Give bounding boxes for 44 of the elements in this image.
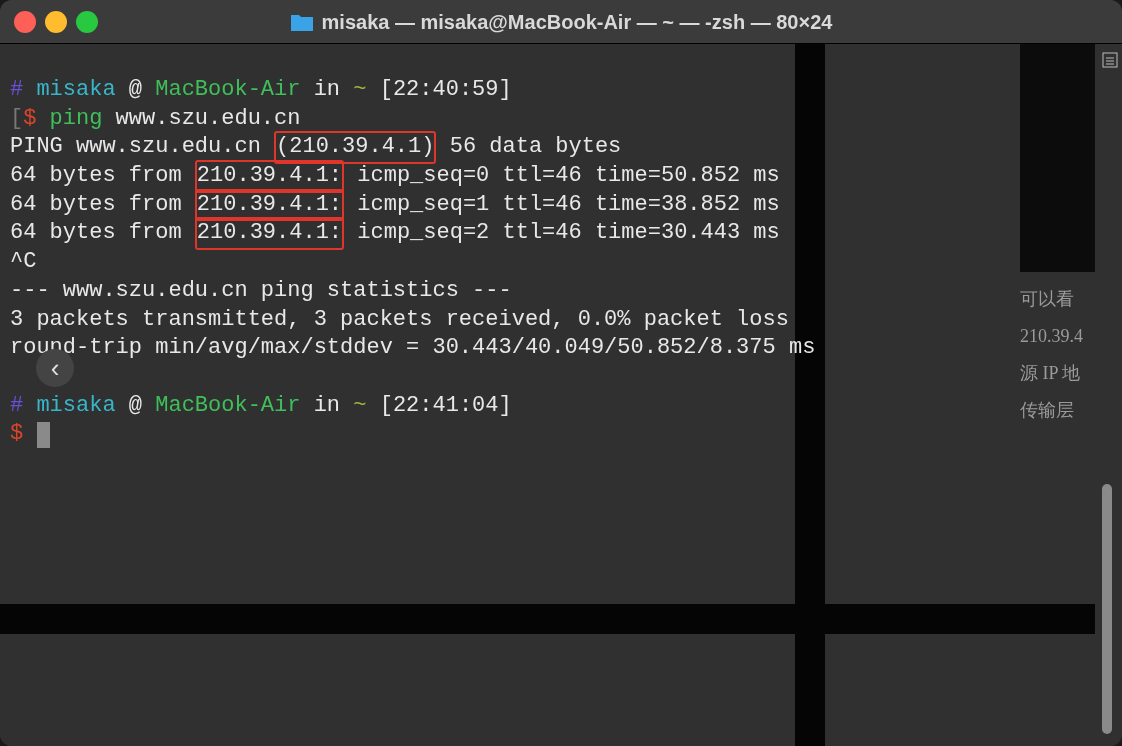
zoom-button[interactable]: [76, 10, 98, 33]
terminal-text: PING www.szu.edu.cn: [10, 133, 262, 162]
terminal-text: $: [23, 104, 37, 133]
terminal-text: icmp_seq=1 ttl=46 time=38.852 ms: [356, 190, 780, 219]
document-text: 源 IP 地: [1020, 362, 1082, 385]
terminal-text: --- www.szu.edu.cn ping statistics ---: [10, 276, 512, 305]
terminal-text: @: [127, 76, 144, 104]
terminal-text: icmp_seq=2 ttl=46 time=30.443 ms: [356, 219, 780, 248]
terminal-text: in: [312, 76, 342, 104]
terminal-text: ^C: [10, 248, 37, 277]
document-text: 传输层: [1020, 399, 1075, 422]
terminal-text: www.szu.edu.cn: [114, 104, 301, 133]
terminal-text: MacBook-Air: [155, 76, 301, 104]
terminal-text: 56 data bytes: [448, 133, 622, 162]
close-button[interactable]: [14, 10, 36, 33]
minimize-button[interactable]: [45, 10, 67, 33]
window-title: misaka — misaka@MacBook-Air — ~ — -zsh — 80×24: [321, 9, 833, 35]
list-icon: [1102, 52, 1118, 68]
terminal-text: misaka: [35, 391, 116, 420]
terminal-text: #: [10, 391, 24, 420]
terminal-text: MacBook-Air: [155, 391, 301, 420]
highlighted-text: 210.39.4.1:: [194, 188, 345, 222]
terminal-text: 64 bytes from: [10, 190, 183, 219]
terminal-text: 64 bytes from: [10, 219, 183, 248]
scrollbar[interactable]: [1102, 484, 1112, 734]
terminal-text: ~: [353, 391, 367, 420]
terminal-text: [22:40:59]: [378, 76, 512, 104]
terminal-text: icmp_seq=0 ttl=46 time=50.852 ms: [356, 162, 780, 191]
terminal-text: #: [10, 76, 24, 104]
terminal-text: [: [10, 104, 24, 133]
terminal-text: [22:41:04]: [378, 391, 512, 420]
terminal-text: 64 bytes from: [10, 162, 183, 191]
highlighted-text: 210.39.4.1:: [194, 217, 345, 251]
terminal-text: ~: [353, 76, 367, 104]
terminal-text: ping: [48, 104, 103, 133]
terminal-text: misaka: [35, 76, 116, 104]
document-text: 可以看: [1020, 288, 1075, 311]
terminal-text: in: [312, 391, 342, 420]
highlighted-text: 210.39.4.1:: [194, 160, 345, 193]
terminal-text: 3 packets transmitted, 3 packets received, 0.0% packet loss: [10, 305, 789, 334]
terminal-text: @: [127, 391, 144, 420]
document-text: 210.39.4: [1020, 325, 1083, 348]
terminal-text: $: [10, 420, 24, 449]
highlighted-text: (210.39.4.1): [274, 131, 437, 165]
